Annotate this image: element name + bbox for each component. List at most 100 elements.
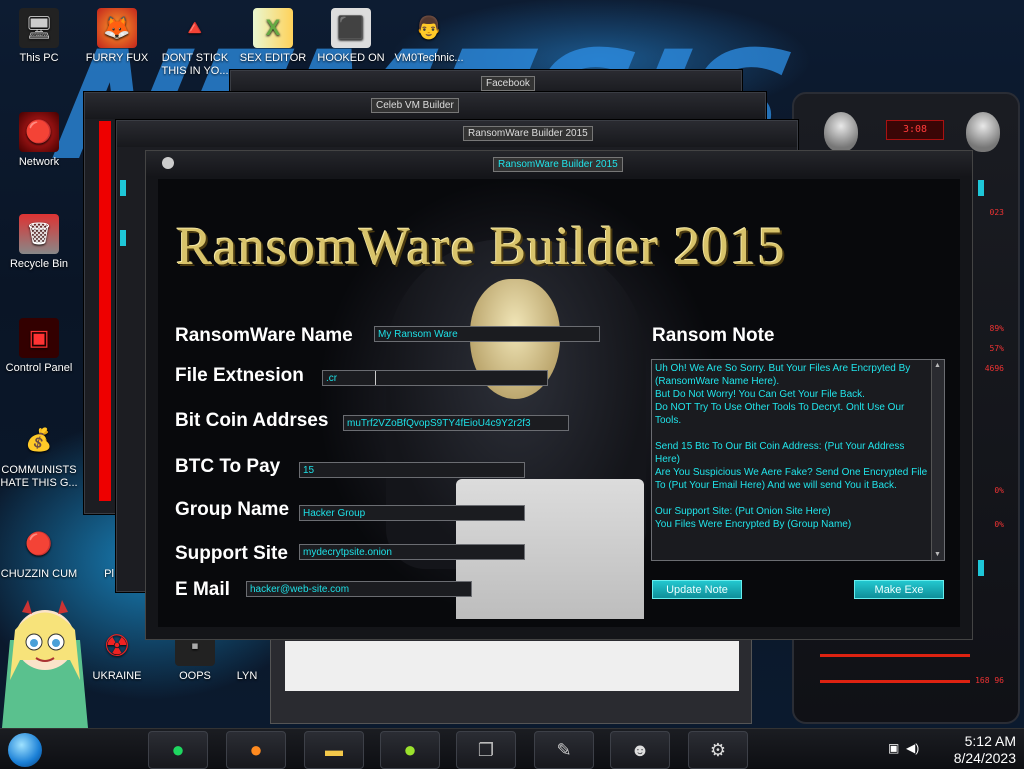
clock-date: 8/24/2023 (953, 750, 1016, 766)
red-side-bar (99, 121, 111, 501)
app-icon (162, 157, 174, 169)
icon-label: HOOKED ON (317, 52, 385, 64)
taskbar: ● ● ▬ ● ❐ ✎ ☻ ⚙ ▣ ◀) 5:12 AM 8/24/2023 (0, 728, 1024, 769)
control-panel-icon[interactable]: ▣ Control Panel (0, 318, 78, 375)
vm0-icon[interactable]: 👨 VM0Technic... (390, 8, 468, 65)
group-name-input[interactable]: Hacker Group (299, 505, 525, 521)
icon-label: DONT STICK THIS IN YO... (161, 52, 229, 77)
name-label: RansomWare Name (175, 325, 353, 346)
icon-label: Control Panel (5, 362, 73, 374)
this-pc-icon[interactable]: 🖥 This PC (0, 8, 78, 65)
icon-label: FURRY FUX (85, 52, 149, 64)
ransomware-builder-window[interactable]: RansomWare Builder 2015 RansomWare Build… (145, 150, 973, 640)
note-scrollbar[interactable]: ▲ ▼ (931, 360, 944, 560)
firefox-icon[interactable]: ● (226, 731, 286, 769)
sex-editor-icon[interactable]: X SEX EDITOR (234, 8, 312, 65)
explorer-icon[interactable]: ▬ (304, 731, 364, 769)
scroll-up-icon[interactable]: ▲ (934, 362, 941, 369)
banner-title: RansomWare Builder 2015 (176, 216, 786, 276)
start-button[interactable] (8, 733, 42, 767)
firefox-glyph-icon: 🦊 (97, 8, 137, 48)
communists-icon[interactable]: 💰 COMMUNISTS HATE THIS G... (0, 420, 78, 490)
desktop: NEMESIS 🖥 This PC 🦊 FURRY FUX 🔺 DONT STI… (0, 0, 1024, 728)
hooked-on-icon[interactable]: ⬛ HOOKED ON (312, 8, 390, 65)
email-input[interactable]: hacker@web-site.com (246, 581, 472, 597)
alien-head-icon (966, 112, 1000, 152)
ransom-note-label: Ransom Note (652, 325, 775, 346)
network-tray-icon[interactable]: ▣ (888, 741, 899, 755)
icon-label: This PC (19, 52, 59, 64)
window-title: RansomWare Builder 2015 (493, 157, 623, 172)
bitcoin-address-input[interactable]: muTrf2VZoBfQvopS9TY4fEioU4c9Y2r2f3 (343, 415, 569, 431)
tool-icon[interactable]: ✎ (534, 731, 594, 769)
ext-label: File Extnesion (175, 365, 304, 386)
window-title: Facebook (481, 76, 535, 91)
chuzzin-icon[interactable]: 🔴 CHUZZIN CUM (0, 524, 78, 581)
alien-head-icon (824, 112, 858, 152)
bin-glyph-icon: 🗑 (19, 214, 59, 254)
stat-value: 57% (989, 344, 1004, 353)
dont-stick-icon[interactable]: 🔺 DONT STICK THIS IN YO... (156, 8, 234, 78)
doctor-glyph-icon: 👨 (415, 15, 443, 40)
title-bar[interactable]: RansomWare Builder 2015 (146, 151, 972, 177)
file-extension-input[interactable]: .cr (322, 370, 548, 386)
editor-glyph-icon: X (253, 8, 293, 48)
volume-icon[interactable]: ◀) (906, 741, 919, 755)
window-title: RansomWare Builder 2015 (463, 126, 593, 141)
ransom-note-textarea[interactable]: Uh Oh! We Are So Sorry. But Your Files A… (651, 359, 945, 561)
email-label: E Mail (175, 579, 230, 600)
pc-glyph-icon: 🖥 (19, 8, 59, 48)
maze-glyph-icon: ⬛ (331, 8, 371, 48)
lower-window-content (285, 641, 739, 691)
vlc-glyph-icon: 🔺 (181, 15, 209, 40)
stat-value: 0% (994, 520, 1004, 529)
stat-value: 4696 (984, 364, 1004, 373)
red-bar (820, 680, 970, 683)
builder-content: RansomWare Builder 2015 RansomWare Name … (158, 179, 960, 627)
icon-label: SEX EDITOR (239, 52, 307, 64)
settings-icon[interactable]: ⚙ (688, 731, 748, 769)
icon-label: Recycle Bin (9, 258, 69, 270)
alien-readout: 3:08 (886, 120, 944, 140)
scroll-down-icon[interactable]: ▼ (934, 551, 941, 558)
icon-label: LYN (236, 670, 258, 682)
stat-value: 89% (989, 324, 1004, 333)
control-glyph-icon: ▣ (19, 318, 59, 358)
recycle-bin-icon[interactable]: 🗑 Recycle Bin (0, 214, 78, 271)
update-note-button[interactable]: Update Note (652, 580, 742, 599)
windows-icon[interactable]: ❐ (456, 731, 516, 769)
icon-label: VM0Technic... (394, 52, 464, 64)
clock-time: 5:12 AM (964, 733, 1016, 749)
stat-value: 0% (994, 486, 1004, 495)
accent-strip (978, 180, 984, 196)
site-label: Support Site (175, 543, 288, 564)
spotify-icon[interactable]: ● (148, 731, 208, 769)
icon-label: Network (18, 156, 60, 168)
furry-fux-icon[interactable]: 🦊 FURRY FUX (78, 8, 156, 65)
lime-icon[interactable]: ● (380, 731, 440, 769)
text-cursor (375, 371, 376, 385)
network-glyph-icon: 🔴 (19, 112, 59, 152)
pay-label: BTC To Pay (175, 456, 281, 477)
stat-value: 168 96 (975, 676, 1004, 685)
red-bar (820, 654, 970, 657)
network-icon[interactable]: 🔴 Network (0, 112, 78, 169)
chuzzle-glyph-icon: 🔴 (25, 531, 53, 556)
icon-label: COMMUNISTS HATE THIS G... (0, 464, 78, 489)
money-bag-icon: 💰 (25, 427, 53, 452)
cartoon-character-icon (2, 600, 88, 728)
accent-strip (120, 180, 126, 196)
ransomware-name-input[interactable]: My Ransom Ware (374, 326, 600, 342)
accent-strip (978, 560, 984, 576)
stat-value: 023 (989, 208, 1004, 217)
lower-window[interactable] (270, 636, 752, 724)
radiation-icon: ☢ (103, 629, 131, 663)
clock[interactable]: 5:12 AM 8/24/2023 (954, 733, 1016, 767)
support-site-input[interactable]: mydecrytpsite.onion (299, 544, 525, 560)
icon-label: CHUZZIN CUM (0, 568, 78, 580)
alien-icon[interactable]: ☻ (610, 731, 670, 769)
accent-strip (120, 230, 126, 246)
btc-to-pay-input[interactable]: 15 (299, 462, 525, 478)
btc-label: Bit Coin Addrses (175, 410, 329, 431)
make-exe-button[interactable]: Make Exe (854, 580, 944, 599)
